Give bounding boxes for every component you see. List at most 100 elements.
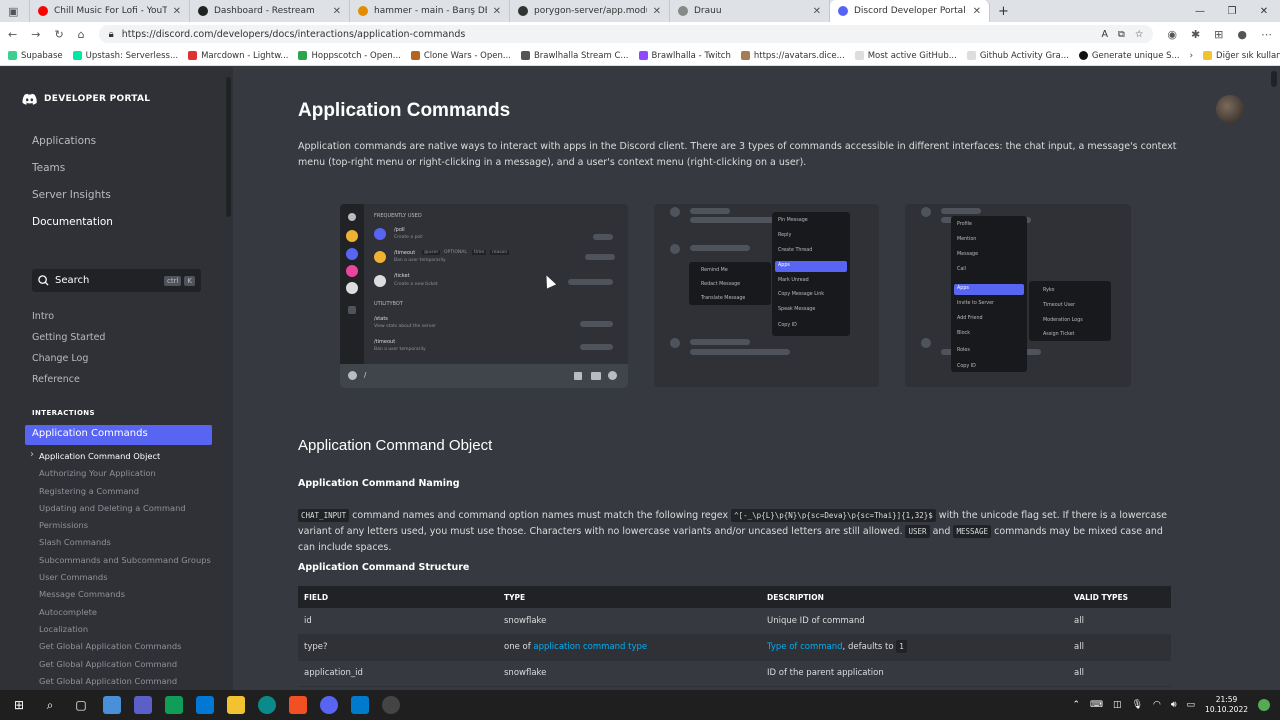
puzzle-icon[interactable]: ✱ (1191, 28, 1200, 41)
sub-nav-item[interactable]: Localization (32, 624, 211, 641)
browser-tab[interactable]: Drauu ✕ (670, 0, 830, 22)
nav-item-applications[interactable]: Applications (32, 135, 113, 152)
type-link[interactable]: application command type (533, 642, 647, 652)
extension-icon[interactable]: ◉ (1167, 28, 1177, 41)
submenu-item[interactable]: Translate Message (701, 296, 745, 301)
sub-nav-item[interactable]: Message Commands (32, 589, 211, 606)
microphone-icon[interactable]: 🎙︎ (1132, 700, 1143, 710)
app-icon[interactable] (382, 696, 400, 714)
nav-item-server-insights[interactable]: Server Insights (32, 189, 113, 206)
submenu-item[interactable]: Ryko (1043, 288, 1054, 293)
menu-item[interactable]: Copy Message Link (778, 292, 824, 297)
app-icon[interactable]: ⧉ (1118, 29, 1125, 40)
url-field[interactable]: 🔒︎ https://discord.com/developers/docs/i… (98, 25, 1154, 43)
nav-item-documentation[interactable]: Documentation (32, 216, 113, 233)
chevron-right-icon[interactable]: › (1190, 51, 1193, 61)
close-icon[interactable]: ✕ (813, 6, 821, 17)
battery-icon[interactable]: ▭ (1187, 700, 1196, 710)
app-icon[interactable] (165, 696, 183, 714)
submenu-item[interactable]: Remind Me (701, 268, 728, 273)
bookmark[interactable]: Clone Wars - Open... (410, 51, 511, 61)
keyboard-icon[interactable]: ⌨ (1090, 700, 1103, 710)
menu-item[interactable]: Add Friend (957, 316, 983, 321)
menu-item[interactable]: Mention (957, 237, 976, 242)
user-avatar[interactable] (1216, 95, 1244, 123)
close-icon[interactable]: ✕ (653, 6, 661, 17)
menu-item[interactable]: Reply (778, 233, 791, 238)
nav-item-intro[interactable]: Intro (32, 311, 105, 326)
bookmark[interactable]: Hoppscotch - Open... (298, 51, 401, 61)
sub-nav-item[interactable]: Registering a Command (32, 486, 211, 503)
menu-item[interactable]: Speak Message (778, 307, 815, 312)
browser-tab[interactable]: porygon-server/app.module.ts at ✕ (510, 0, 670, 22)
menu-item[interactable]: Create Thread (778, 248, 812, 253)
search-button[interactable]: Search ctrl K (32, 269, 201, 292)
windows-start-icon[interactable]: ⊞ (10, 696, 28, 714)
description-link[interactable]: Type of command (767, 642, 843, 652)
sub-nav-item[interactable]: Get Global Application Command (32, 676, 211, 690)
menu-item[interactable]: Call (957, 267, 966, 272)
favorite-icon[interactable]: ☆ (1135, 29, 1144, 40)
network-icon[interactable]: ◫ (1113, 700, 1122, 710)
menu-item[interactable]: Roles (957, 348, 970, 353)
search-icon[interactable]: ⌕ (41, 696, 59, 714)
bookmark[interactable]: Most active GitHub... (854, 51, 957, 61)
menu-item[interactable]: Pin Message (778, 218, 808, 223)
folder-icon[interactable] (227, 696, 245, 714)
teams-icon[interactable] (134, 696, 152, 714)
browser-tab-active[interactable]: Discord Developer Portal — Doc ✕ (830, 0, 990, 22)
sub-nav-item[interactable]: User Commands (32, 572, 211, 589)
menu-item[interactable]: Message (957, 252, 978, 257)
close-icon[interactable]: ✕ (493, 6, 501, 17)
sub-nav-item[interactable]: Updating and Deleting a Command (32, 503, 211, 520)
sub-nav-item[interactable]: Get Global Application Command (32, 659, 211, 676)
chevron-up-icon[interactable]: ⌃ (1073, 700, 1081, 710)
weather-icon[interactable] (103, 696, 121, 714)
submenu-item[interactable]: Redact Message (701, 282, 740, 287)
notification-icon[interactable] (1258, 699, 1270, 711)
sub-nav-item[interactable]: Slash Commands (32, 537, 211, 554)
page-scrollbar[interactable] (1271, 71, 1277, 87)
minimize-icon[interactable]: — (1184, 6, 1216, 17)
tab-actions-button[interactable]: ▣ (0, 0, 30, 22)
sub-nav-item[interactable]: Authorizing Your Application (32, 468, 211, 485)
discord-icon[interactable] (320, 696, 338, 714)
maximize-icon[interactable]: ❐ (1216, 6, 1248, 17)
mail-icon[interactable] (196, 696, 214, 714)
profile-icon[interactable]: ● (1237, 28, 1247, 41)
submenu-item[interactable]: Assign Ticket (1043, 332, 1074, 337)
sub-nav-item[interactable]: Autocomplete (32, 607, 211, 624)
vscode-icon[interactable] (351, 696, 369, 714)
home-icon[interactable]: ⌂ (78, 28, 85, 41)
menu-item[interactable]: Mark Unread (778, 278, 809, 283)
browser-tab[interactable]: Dashboard - Restream ✕ (190, 0, 350, 22)
menu-icon[interactable]: ⋯ (1261, 28, 1272, 41)
store-icon[interactable] (289, 696, 307, 714)
menu-item[interactable]: Copy ID (778, 323, 797, 328)
menu-item[interactable]: Block (957, 331, 970, 336)
collections-icon[interactable]: ⊞ (1214, 28, 1223, 41)
browser-tab[interactable]: hammer - main - Barış DEMİRCİ ✕ (350, 0, 510, 22)
submenu-item[interactable]: Moderation Logs (1043, 318, 1083, 323)
nav-item-getting-started[interactable]: Getting Started (32, 332, 105, 347)
sub-nav-item[interactable]: Application Command Object (30, 449, 211, 468)
close-window-icon[interactable]: ✕ (1248, 6, 1280, 17)
nav-item-reference[interactable]: Reference (32, 374, 105, 389)
menu-item[interactable]: Invite to Server (957, 301, 994, 306)
bookmark[interactable]: Github Activity Gra... (966, 51, 1069, 61)
menu-item-apps[interactable]: Apps (957, 286, 969, 291)
reload-icon[interactable]: ↻ (54, 28, 63, 41)
task-view-icon[interactable]: ▢ (72, 696, 90, 714)
volume-icon[interactable]: 🔊︎ (1171, 700, 1177, 710)
menu-item[interactable]: Copy ID (957, 364, 976, 369)
sub-nav-item[interactable]: Permissions (32, 520, 211, 537)
new-tab-button[interactable]: + (990, 0, 1020, 22)
submenu-item[interactable]: Timeout User (1043, 303, 1075, 308)
nav-item-change-log[interactable]: Change Log (32, 353, 105, 368)
bookmark[interactable]: Supabase (8, 51, 63, 61)
sidebar-scrollbar[interactable] (226, 77, 231, 217)
read-aloud-icon[interactable]: A (1102, 29, 1109, 40)
sub-nav-item[interactable]: Subcommands and Subcommand Groups (32, 555, 211, 572)
bookmark[interactable]: Brawlhalla - Twitch (638, 51, 731, 61)
forward-icon[interactable]: → (31, 28, 40, 41)
